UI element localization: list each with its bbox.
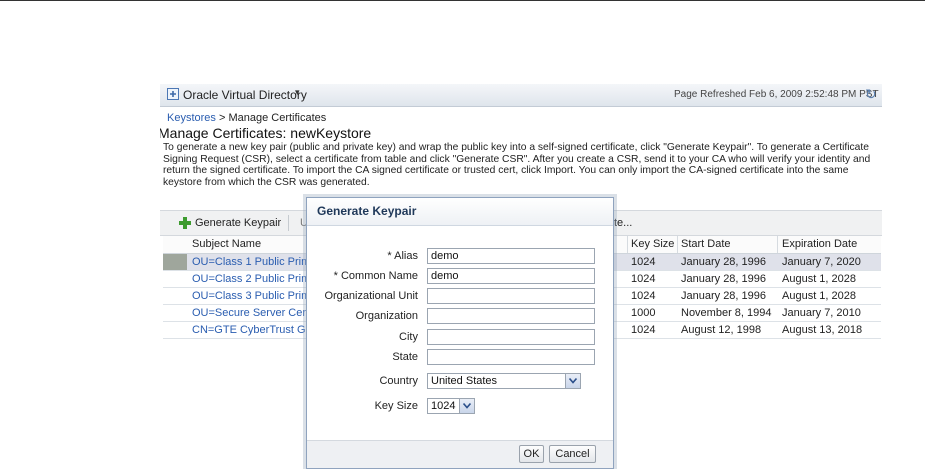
- ok-button[interactable]: OK: [519, 445, 544, 463]
- expiration-date-cell: August 1, 2028: [782, 273, 857, 285]
- common-name-label: * Common Name: [333, 270, 418, 282]
- page-title: Manage Certificates: newKeystore: [160, 125, 372, 141]
- breadcrumb: Keystores > Manage Certificates: [167, 112, 326, 124]
- column-header-start-date[interactable]: Start Date: [681, 238, 777, 250]
- alias-field[interactable]: [427, 248, 595, 264]
- app-titlebar: Oracle Virtual Directory ▾ Page Refreshe…: [160, 84, 882, 107]
- refresh-icon[interactable]: ↻: [865, 86, 877, 103]
- breadcrumb-current: Manage Certificates: [228, 112, 327, 124]
- subject-name-link[interactable]: CN=GTE CyberTrust Glol: [192, 324, 312, 336]
- state-label: State: [392, 351, 418, 363]
- start-date-cell: January 28, 1996: [681, 256, 767, 268]
- toolbar-separator: [288, 215, 289, 231]
- breadcrumb-separator: >: [215, 112, 229, 124]
- column-divider: [777, 236, 778, 253]
- key-size-cell: 1000: [631, 307, 656, 319]
- subject-name-link[interactable]: OU=Secure Server Certi: [192, 307, 312, 319]
- expiration-date-cell: January 7, 2010: [782, 307, 861, 319]
- expiration-date-cell: August 13, 2018: [782, 324, 863, 336]
- alias-label: * Alias: [387, 250, 418, 262]
- country-label: Country: [379, 375, 418, 387]
- row-selector[interactable]: [163, 271, 187, 287]
- alias-row: * Alias: [307, 248, 613, 266]
- subject-name-link[interactable]: OU=Class 1 Public Primar: [192, 256, 312, 268]
- common-name-field[interactable]: [427, 268, 595, 284]
- subject-name-link[interactable]: OU=Class 3 Public Primar: [192, 290, 312, 302]
- expiration-date-cell: January 7, 2020: [782, 256, 861, 268]
- column-header-expiration-date[interactable]: Expiration Date: [782, 238, 882, 250]
- key-size-cell: 1024: [631, 324, 656, 336]
- dialog-titlebar[interactable]: Generate Keypair: [307, 198, 613, 226]
- chevron-down-icon[interactable]: [459, 399, 474, 413]
- key-size-select[interactable]: 1024: [427, 398, 475, 414]
- chevron-down-icon[interactable]: ▾: [295, 87, 300, 98]
- column-divider: [677, 236, 678, 253]
- page-description: To generate a new key pair (public and p…: [163, 142, 871, 188]
- row-selector[interactable]: [163, 305, 187, 321]
- start-date-cell: January 28, 1996: [681, 273, 767, 285]
- org-unit-label: Organizational Unit: [324, 290, 418, 302]
- generate-keypair-dialog: Generate Keypair * Alias * Common Name O…: [306, 197, 614, 469]
- toolbar-import-partial[interactable]: te...: [614, 217, 632, 229]
- start-date-cell: November 8, 1994: [681, 307, 772, 319]
- org-unit-field[interactable]: [427, 288, 595, 304]
- city-label: City: [399, 331, 418, 343]
- common-name-row: * Common Name: [307, 268, 613, 286]
- plus-box-icon[interactable]: [167, 88, 179, 100]
- page-refreshed-status: Page Refreshed Feb 6, 2009 2:52:48 PM PS…: [674, 89, 879, 100]
- column-header-key-size[interactable]: Key Size: [631, 238, 679, 250]
- row-selector[interactable]: [163, 254, 187, 270]
- top-divider: [0, 0, 925, 1]
- chevron-down-icon[interactable]: [565, 374, 580, 388]
- organization-row: Organization: [307, 308, 613, 326]
- key-size-cell: 1024: [631, 290, 656, 302]
- state-row: State: [307, 349, 613, 367]
- key-size-selected-value: 1024: [431, 400, 456, 412]
- key-size-label: Key Size: [374, 400, 418, 412]
- state-field[interactable]: [427, 349, 595, 365]
- app-title[interactable]: Oracle Virtual Directory: [183, 88, 307, 102]
- organization-field[interactable]: [427, 308, 595, 324]
- generate-keypair-button[interactable]: Generate Keypair: [195, 217, 281, 229]
- start-date-cell: August 12, 1998: [681, 324, 762, 336]
- row-selector[interactable]: [163, 288, 187, 304]
- breadcrumb-keystores-link[interactable]: Keystores: [167, 112, 216, 124]
- green-plus-icon[interactable]: [178, 216, 192, 233]
- country-row: Country United States: [307, 373, 613, 391]
- subject-name-link[interactable]: OU=Class 2 Public Primar: [192, 273, 312, 285]
- dialog-title: Generate Keypair: [317, 204, 417, 218]
- required-marker: *: [333, 270, 341, 282]
- column-divider: [627, 236, 628, 253]
- city-field[interactable]: [427, 329, 595, 345]
- dialog-footer: OK Cancel: [307, 440, 613, 468]
- key-size-cell: 1024: [631, 256, 656, 268]
- start-date-cell: January 28, 1996: [681, 290, 767, 302]
- key-size-row: Key Size 1024: [307, 398, 613, 416]
- country-selected-value: United States: [431, 375, 498, 387]
- org-unit-row: Organizational Unit: [307, 288, 613, 306]
- row-selector[interactable]: [163, 322, 187, 338]
- key-size-cell: 1024: [631, 273, 656, 285]
- cancel-button[interactable]: Cancel: [549, 445, 596, 463]
- column-header-subject[interactable]: Subject Name: [192, 238, 312, 250]
- organization-label: Organization: [355, 310, 418, 322]
- expiration-date-cell: August 1, 2028: [782, 290, 857, 302]
- country-select[interactable]: United States: [427, 373, 581, 389]
- city-row: City: [307, 329, 613, 347]
